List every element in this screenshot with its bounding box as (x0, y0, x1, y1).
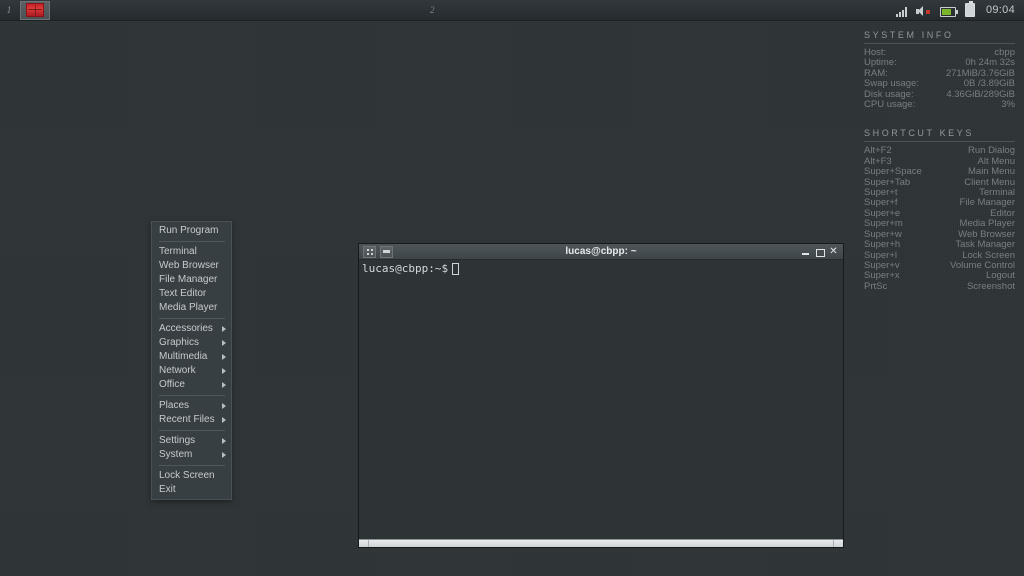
maximize-icon[interactable] (815, 247, 824, 257)
menu-item-system[interactable]: System (152, 448, 231, 462)
menu-item-media-player[interactable]: Media Player (152, 301, 231, 315)
menu-item-label: Settings (159, 435, 195, 446)
menu-separator (159, 430, 225, 431)
taskbar-window-button[interactable] (20, 1, 50, 20)
window-menu-icon[interactable] (363, 246, 376, 258)
menu-item-label: Graphics (159, 337, 199, 348)
system-tray: 09:04 (896, 4, 1024, 17)
chevron-right-icon (222, 340, 226, 346)
menu-item-places[interactable]: Places (152, 399, 231, 413)
signal-bars-icon[interactable] (896, 4, 907, 17)
menu-separator (159, 465, 225, 466)
chevron-right-icon (222, 382, 226, 388)
terminal-cursor (452, 263, 459, 275)
system-info-heading: SYSTEM INFO (855, 30, 1015, 40)
menu-item-graphics[interactable]: Graphics (152, 336, 231, 350)
terminal-window[interactable]: lucas@cbpp: ~ ✕ lucas@cbpp:~$ (358, 243, 844, 548)
system-info-row: CPU usage: 3% (855, 100, 1015, 110)
menu-section: Terminal Web Browser File Manager Text E… (152, 245, 231, 315)
shortcut-row: PrtSc Screenshot (855, 282, 1015, 292)
shortcut-row: Super+h Task Manager (855, 240, 1015, 250)
menu-separator (159, 241, 225, 242)
menu-separator (159, 318, 225, 319)
menu-item-settings[interactable]: Settings (152, 434, 231, 448)
titlebar-left-buttons (359, 246, 393, 258)
menu-section: Places Recent Files (152, 399, 231, 427)
root-menu[interactable]: Run Program Terminal Web Browser File Ma… (151, 221, 232, 500)
row-label: CPU usage: (864, 100, 915, 110)
menu-separator (159, 395, 225, 396)
terminal-prompt-line: lucas@cbpp:~$ (362, 262, 840, 275)
close-icon[interactable]: ✕ (829, 247, 838, 257)
desktop: 1 2 09:04 Run Program (0, 0, 1024, 576)
terminal-prompt: lucas@cbpp:~$ (362, 262, 448, 275)
chevron-right-icon (222, 438, 226, 444)
speaker-muted-icon[interactable] (916, 4, 931, 17)
menu-section: Run Program (152, 224, 231, 238)
row-label: Super+h (864, 240, 900, 250)
menu-section: Accessories Graphics Multimedia Network … (152, 322, 231, 392)
conky-sidebar: SYSTEM INFO Host:cbpp Uptime:0h 24m 32s … (855, 30, 1024, 310)
chevron-right-icon (222, 368, 226, 374)
chevron-right-icon (222, 403, 226, 409)
divider (864, 43, 1015, 44)
window-shade-icon[interactable] (380, 246, 393, 258)
workspace-label-2[interactable]: 2 (430, 5, 435, 15)
chevron-right-icon (222, 452, 226, 458)
menu-item-recent-files[interactable]: Recent Files (152, 413, 231, 427)
shortcut-keys-panel: SHORTCUT KEYS Alt+F2Run Dialog Alt+F3Alt… (855, 128, 1015, 292)
clock[interactable]: 09:04 (986, 4, 1015, 16)
terminal-titlebar[interactable]: lucas@cbpp: ~ ✕ (359, 244, 843, 260)
menu-item-text-editor[interactable]: Text Editor (152, 287, 231, 301)
resize-grip-middle[interactable] (369, 540, 833, 547)
terminal-content[interactable]: lucas@cbpp:~$ (359, 260, 843, 538)
menu-item-exit[interactable]: Exit (152, 483, 231, 497)
resize-grip-right[interactable] (833, 540, 843, 547)
divider (864, 141, 1015, 142)
menu-item-label: Office (159, 379, 185, 390)
menu-item-label: Multimedia (159, 351, 207, 362)
row-label: PrtSc (864, 282, 887, 292)
minimize-icon[interactable] (801, 247, 810, 257)
menu-item-run-program[interactable]: Run Program (152, 224, 231, 238)
menu-item-lock-screen[interactable]: Lock Screen (152, 469, 231, 483)
system-info-panel: SYSTEM INFO Host:cbpp Uptime:0h 24m 32s … (855, 30, 1015, 110)
resize-grip-left[interactable] (359, 540, 369, 547)
battery-charged-icon[interactable] (940, 4, 956, 17)
row-value: Screenshot (967, 282, 1015, 292)
menu-item-label: Places (159, 400, 189, 411)
menu-item-label: Network (159, 365, 196, 376)
chevron-right-icon (222, 417, 226, 423)
menu-item-label: Accessories (159, 323, 213, 334)
window-resize-grip[interactable] (359, 539, 843, 547)
row-value: Task Manager (955, 240, 1015, 250)
row-value: 3% (1001, 100, 1015, 110)
menu-item-web-browser[interactable]: Web Browser (152, 259, 231, 273)
menu-item-label: System (159, 449, 192, 460)
terminal-title: lucas@cbpp: ~ (359, 246, 843, 257)
menu-item-office[interactable]: Office (152, 378, 231, 392)
menu-item-terminal[interactable]: Terminal (152, 245, 231, 259)
chevron-right-icon (222, 354, 226, 360)
menu-section: Lock Screen Exit (152, 469, 231, 497)
chevron-right-icon (222, 326, 226, 332)
menu-item-multimedia[interactable]: Multimedia (152, 350, 231, 364)
menu-section: Settings System (152, 434, 231, 462)
top-panel: 1 2 09:04 (0, 0, 1024, 21)
menu-item-file-manager[interactable]: File Manager (152, 273, 231, 287)
menu-item-network[interactable]: Network (152, 364, 231, 378)
titlebar-right-buttons: ✕ (801, 247, 843, 257)
menu-item-accessories[interactable]: Accessories (152, 322, 231, 336)
battery-vertical-icon[interactable] (965, 4, 975, 17)
workspace-label-1[interactable]: 1 (0, 5, 18, 15)
terminal-icon (26, 3, 44, 17)
shortcut-keys-heading: SHORTCUT KEYS (855, 128, 1015, 138)
menu-item-label: Recent Files (159, 414, 215, 425)
